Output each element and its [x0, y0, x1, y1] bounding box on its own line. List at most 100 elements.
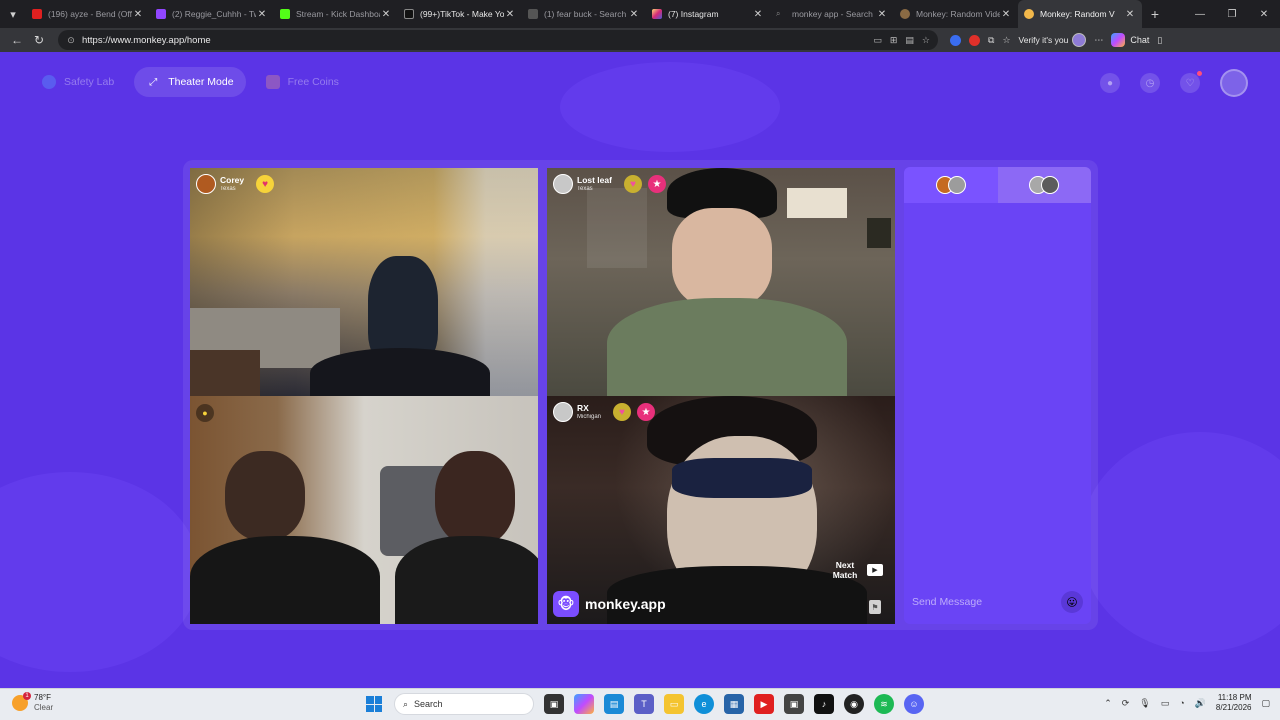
close-icon[interactable]: ✕ — [752, 9, 764, 20]
video-tile-lost-leaf[interactable]: Lost leaf Texas ♥ ★ — [547, 168, 895, 396]
verify-button[interactable]: Verify it's you — [1019, 33, 1087, 47]
edge-icon[interactable]: e — [694, 694, 714, 714]
tab-instagram[interactable]: (7) Instagram ✕ — [646, 0, 770, 28]
close-icon[interactable]: ✕ — [504, 9, 516, 20]
safety-lab-button[interactable]: Safety Lab — [30, 67, 126, 97]
bag-icon[interactable]: ▣ — [784, 694, 804, 714]
store-icon[interactable]: ▦ — [724, 694, 744, 714]
close-icon[interactable]: ✕ — [132, 9, 144, 20]
free-coins-button[interactable]: Free Coins — [254, 67, 351, 97]
youtube-icon[interactable]: ▶ — [754, 694, 774, 714]
copilot-chat-button[interactable]: Chat — [1111, 33, 1149, 47]
sidebar-toggle-icon[interactable]: ▯ — [1157, 35, 1162, 46]
tab-monkey-1[interactable]: Monkey: Random Video ✕ — [894, 0, 1018, 28]
camera-icon[interactable]: ▭ — [873, 35, 882, 46]
tab-search-icon[interactable]: ▾ — [0, 0, 26, 28]
new-tab-button[interactable]: + — [1142, 0, 1168, 28]
close-icon[interactable]: ✕ — [1000, 9, 1012, 20]
user-location: Texas — [220, 185, 236, 192]
video-tile-corey[interactable]: Corey Texas ♥ — [190, 168, 538, 396]
history-icon[interactable]: ◷ — [1140, 73, 1160, 93]
tab-youtube[interactable]: (196) ayze - Bend (Offic ✕ — [26, 0, 150, 28]
weather-text: 78°F Clear — [34, 693, 53, 712]
background-shape — [1080, 432, 1280, 652]
microphone-icon[interactable]: 🎙 — [1139, 698, 1150, 709]
emoji-icon[interactable]: 😛 — [1061, 591, 1083, 613]
network-icon[interactable]: ◔ — [1179, 698, 1184, 708]
video-tile-rx[interactable]: RX Michigan ♥ ★ Next Match ▶ 🐵 monkey.ap… — [547, 396, 895, 624]
taskbar-apps: ⌕ Search ▣ ▤ T ▭ e ▦ ▶ ▣ ♪ ◉ ≋ ☺ — [364, 693, 924, 715]
verify-label: Verify it's you — [1018, 35, 1069, 45]
close-icon[interactable]: ✕ — [256, 9, 268, 20]
tab-twitch[interactable]: (2) Reggie_Cuhhh - Twi ✕ — [150, 0, 274, 28]
widgets-icon[interactable]: ▤ — [604, 694, 624, 714]
tab-kick[interactable]: Stream - Kick Dashboa ✕ — [274, 0, 398, 28]
copilot-icon[interactable] — [574, 694, 594, 714]
close-icon[interactable]: ✕ — [628, 9, 640, 20]
temperature: 78°F — [34, 693, 51, 702]
discord-icon[interactable]: ☺ — [904, 694, 924, 714]
next-match-button[interactable]: Next Match ▶ — [831, 560, 883, 580]
tab-monkey-active[interactable]: Monkey: Random V ✕ — [1018, 0, 1142, 28]
star-icon[interactable]: ☆ — [922, 35, 930, 46]
tab-x-search[interactable]: (1) fear buck - Search / ✕ — [522, 0, 646, 28]
clock[interactable]: 11:18 PM 8/21/2026 — [1216, 693, 1252, 713]
apps-icon[interactable]: ⊞ — [890, 35, 898, 46]
tab-title: (99+)TikTok - Make You — [420, 9, 504, 19]
report-icon[interactable]: ⚑ — [869, 600, 881, 614]
restore-icon[interactable]: ❐ — [1216, 0, 1248, 28]
close-icon[interactable]: ✕ — [380, 9, 392, 20]
reload-button[interactable]: ↻ — [28, 29, 50, 51]
window-controls: — ❐ ✕ — [1184, 0, 1280, 28]
teams-icon[interactable]: T — [634, 694, 654, 714]
chat-tab-pair-2[interactable] — [997, 167, 1091, 203]
expand-icon: ⤢ — [149, 76, 158, 88]
start-windows-icon[interactable] — [364, 694, 384, 714]
site-info-icon[interactable]: ⊙ — [66, 35, 76, 45]
messages-icon[interactable]: ♡ — [1180, 71, 1202, 93]
notification-dot — [1197, 71, 1202, 76]
close-icon[interactable]: ✕ — [876, 9, 888, 20]
extension-icon[interactable] — [969, 34, 980, 46]
address-bar[interactable]: ⊙ https://www.monkey.app/home ▭ ⊞ ▤ ☆ — [58, 30, 938, 50]
monitor-icon[interactable]: ▭ — [1161, 698, 1170, 709]
minimize-icon[interactable]: — — [1184, 0, 1216, 28]
chat-tab-pair-1[interactable] — [904, 167, 998, 203]
chevron-up-icon[interactable]: ⌃ — [1104, 698, 1112, 709]
user-info: RX Michigan — [577, 404, 601, 420]
tab-tiktok[interactable]: (99+)TikTok - Make You ✕ — [398, 0, 522, 28]
sync-icon[interactable]: ⟳ — [1122, 698, 1130, 709]
favorites-icon[interactable]: ☆ — [1002, 35, 1010, 46]
task-view-icon[interactable]: ▣ — [544, 694, 564, 714]
x-icon — [528, 9, 538, 19]
tab-bing-search[interactable]: ⌕ monkey app - Search ✕ — [770, 0, 894, 28]
profile-avatar[interactable] — [1220, 69, 1248, 97]
chrome-icon[interactable]: ◉ — [844, 694, 864, 714]
sunglasses — [672, 458, 812, 498]
notifications-icon[interactable]: ▢ — [1261, 698, 1270, 709]
volume-icon[interactable]: 🔊 — [1195, 698, 1206, 709]
more-menu-icon[interactable]: ⋯ — [1094, 35, 1103, 46]
close-window-icon[interactable]: ✕ — [1248, 0, 1280, 28]
tiktok-icon[interactable]: ♪ — [814, 694, 834, 714]
video-tile-duo[interactable]: ● — [190, 396, 538, 624]
file-explorer-icon[interactable]: ▭ — [664, 694, 684, 714]
twitch-icon — [156, 9, 166, 19]
taskbar-search[interactable]: ⌕ Search — [394, 693, 534, 715]
award-badge-icon: ★ — [637, 403, 656, 421]
back-button[interactable]: ← — [6, 29, 28, 51]
person-face — [672, 208, 772, 308]
weather-widget[interactable]: 1 78°F Clear — [12, 691, 53, 712]
extensions-puzzle-icon[interactable]: ⧉ — [988, 35, 994, 46]
reader-icon[interactable]: ▤ — [905, 35, 914, 46]
omnibox-actions: ▭ ⊞ ▤ ☆ — [873, 35, 930, 46]
theater-mode-button[interactable]: ⤢ Theater Mode — [134, 67, 246, 97]
spotify-icon[interactable]: ≋ — [874, 694, 894, 714]
search-icon: ⌕ — [403, 698, 409, 709]
monkey-icon — [1024, 9, 1034, 19]
close-icon[interactable]: ✕ — [1124, 9, 1136, 20]
tab-title: Monkey: Random V — [1040, 9, 1115, 19]
coins-icon[interactable]: ● — [1100, 73, 1120, 93]
extension-icon[interactable] — [950, 34, 961, 46]
message-input[interactable]: Send Message 😛 — [904, 580, 1091, 624]
